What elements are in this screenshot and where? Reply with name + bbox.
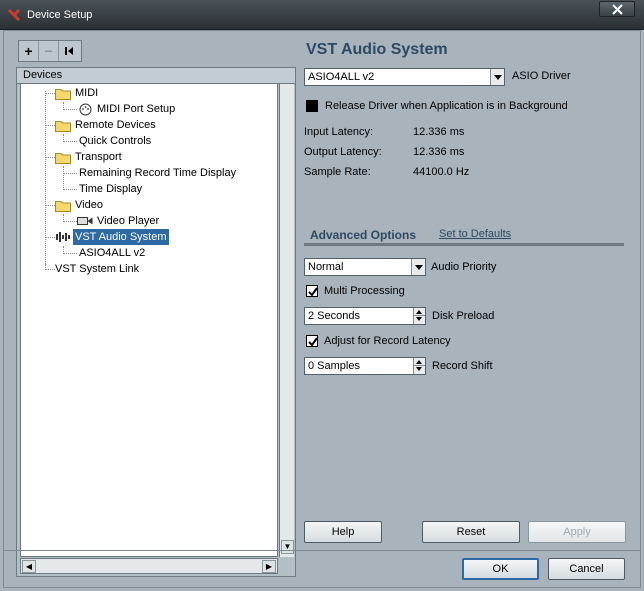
- reset-device-button[interactable]: [59, 41, 79, 61]
- remove-device-button[interactable]: −: [39, 41, 59, 61]
- sample-rate-label: Sample Rate:: [304, 166, 371, 178]
- devices-header: Devices: [17, 68, 295, 84]
- stepper-up-icon[interactable]: [413, 358, 425, 366]
- tree-vertical-scrollbar[interactable]: ▼: [279, 84, 294, 557]
- chevron-down-icon: [411, 259, 425, 275]
- dialog-body: + − Devices MIDI MIDI Port Setup Remote …: [3, 30, 641, 588]
- record-shift-stepper[interactable]: 0 Samples: [304, 357, 426, 375]
- set-to-defaults-link[interactable]: Set to Defaults: [439, 228, 511, 240]
- audio-priority-label: Audio Priority: [431, 261, 497, 273]
- midi-port-icon: [79, 103, 92, 116]
- tree-node-label: Time Display: [79, 183, 143, 195]
- multi-processing-label: Multi Processing: [324, 285, 405, 297]
- disk-preload-label: Disk Preload: [432, 310, 495, 322]
- stepper-up-icon[interactable]: [413, 308, 425, 316]
- tree-node-label: VST System Link: [55, 263, 140, 275]
- tree-node-label: Video: [75, 199, 103, 211]
- asio-driver-value: ASIO4ALL v2: [308, 71, 375, 83]
- tree-line: [63, 166, 64, 190]
- record-shift-label: Record Shift: [432, 360, 493, 372]
- tree-line: [45, 125, 55, 126]
- release-driver-checkbox[interactable]: [306, 100, 318, 112]
- tree-line: [63, 189, 77, 190]
- panel-title: VST Audio System: [306, 41, 448, 58]
- record-shift-value: 0 Samples: [308, 360, 360, 372]
- video-player-icon: [77, 217, 93, 225]
- audio-system-icon: [56, 232, 70, 242]
- input-latency-label: Input Latency:: [304, 126, 374, 138]
- scroll-left-icon[interactable]: ◀: [22, 560, 36, 573]
- adjust-record-latency-label: Adjust for Record Latency: [324, 335, 451, 347]
- checkmark-icon: [308, 287, 318, 297]
- tree-node-label: Quick Controls: [79, 135, 152, 147]
- devices-tree[interactable]: MIDI MIDI Port Setup Remote Devices Quic…: [20, 84, 278, 557]
- asio-driver-select[interactable]: ASIO4ALL v2: [304, 68, 505, 86]
- tree-node-label: MIDI: [75, 87, 99, 99]
- tree-horizontal-scrollbar[interactable]: ◀ ▶: [20, 558, 278, 574]
- release-driver-label: Release Driver when Application is in Ba…: [325, 100, 568, 112]
- folder-icon: [55, 121, 71, 132]
- cubase-logo-icon: [7, 8, 21, 22]
- tree-line: [45, 237, 55, 238]
- title-bar: Device Setup: [0, 0, 644, 30]
- skip-back-icon: [65, 47, 73, 55]
- close-icon: [612, 4, 623, 15]
- tree-line: [63, 221, 77, 222]
- tree-line: [63, 109, 77, 110]
- tree-line: [63, 141, 77, 142]
- tree-line: [63, 253, 77, 254]
- tab-advanced-options[interactable]: Advanced Options: [310, 228, 416, 242]
- tree-line: [45, 91, 46, 264]
- tree-line: [45, 157, 55, 158]
- tree-line: [45, 264, 46, 270]
- tree-node-label: ASIO4ALL v2: [79, 247, 146, 259]
- adjust-record-latency-checkbox[interactable]: [306, 335, 318, 347]
- close-button[interactable]: [599, 1, 635, 17]
- disk-preload-stepper[interactable]: 2 Seconds: [304, 307, 426, 325]
- apply-button[interactable]: Apply: [528, 521, 626, 543]
- window-title: Device Setup: [27, 9, 93, 21]
- audio-priority-select[interactable]: Normal: [304, 258, 426, 276]
- output-latency-value: 12.336 ms: [413, 146, 465, 158]
- reset-button[interactable]: Reset: [422, 521, 520, 543]
- multi-processing-checkbox[interactable]: [306, 285, 318, 297]
- divider: [4, 550, 640, 551]
- input-latency-value: 12.336 ms: [413, 126, 465, 138]
- folder-icon: [55, 89, 71, 100]
- asio-driver-label: ASIO Driver: [512, 70, 571, 82]
- devices-panel: Devices MIDI MIDI Port Setup Remote Devi…: [16, 67, 296, 577]
- device-toolbar: + −: [18, 40, 82, 62]
- folder-icon: [55, 153, 71, 164]
- audio-priority-value: Normal: [308, 261, 344, 273]
- tree-line: [45, 93, 55, 94]
- cancel-button[interactable]: Cancel: [548, 558, 625, 580]
- add-device-button[interactable]: +: [19, 41, 39, 61]
- scroll-right-icon[interactable]: ▶: [262, 560, 276, 573]
- tree-node-label: Remote Devices: [75, 119, 156, 131]
- folder-icon: [55, 201, 71, 212]
- tree-line: [45, 205, 55, 206]
- sample-rate-value: 44100.0 Hz: [413, 166, 470, 178]
- tree-node-label: Remaining Record Time Display: [79, 167, 237, 179]
- stepper-down-icon[interactable]: [413, 366, 425, 374]
- help-button[interactable]: Help: [304, 521, 382, 543]
- tree-line: [45, 269, 55, 270]
- tree-node-label: Video Player: [97, 215, 160, 227]
- checkmark-icon: [308, 337, 318, 347]
- ok-button[interactable]: OK: [462, 558, 539, 580]
- scroll-down-icon[interactable]: ▼: [281, 540, 294, 554]
- tree-node-label: Transport: [75, 151, 122, 163]
- tree-line: [63, 173, 77, 174]
- disk-preload-value: 2 Seconds: [308, 310, 360, 322]
- tree-node-label: VST Audio System: [73, 229, 169, 245]
- stepper-down-icon[interactable]: [413, 316, 425, 324]
- output-latency-label: Output Latency:: [304, 146, 382, 158]
- tab-underline: [304, 243, 624, 246]
- chevron-down-icon: [490, 69, 504, 85]
- tree-node-label: MIDI Port Setup: [97, 103, 176, 115]
